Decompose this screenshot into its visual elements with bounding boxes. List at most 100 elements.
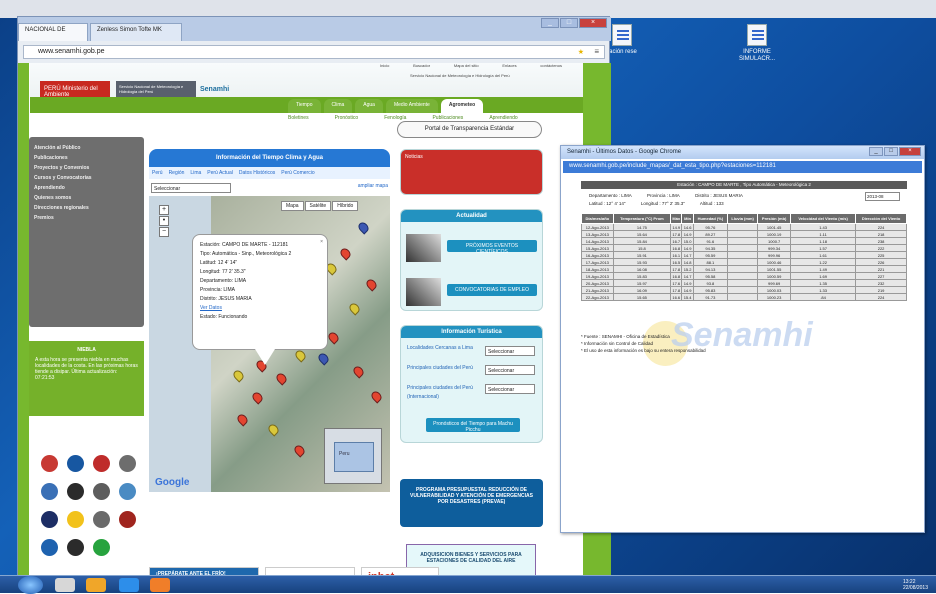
- machu-picchu-button[interactable]: Pronósticos del Tiempo para Machu Picchu: [426, 418, 520, 433]
- meta-provincia: Provincia : LIMA: [647, 193, 680, 198]
- turistica-select[interactable]: Seleccionar: [485, 365, 535, 375]
- news-banner[interactable]: Noticias: [400, 149, 543, 195]
- media-icon[interactable]: [86, 578, 106, 592]
- column-header: Temperatura (°C) Prom: [612, 213, 672, 224]
- top-link-mapa[interactable]: Mapa del sitio: [454, 63, 479, 71]
- logo-icon[interactable]: [67, 483, 84, 500]
- turistica-select[interactable]: Seleccionar: [485, 346, 535, 356]
- maximize-button[interactable]: □: [560, 18, 578, 28]
- zoom-control[interactable]: + • −: [157, 204, 171, 314]
- maximize-button[interactable]: □: [884, 147, 898, 156]
- sidebar-item[interactable]: Premios: [34, 215, 139, 221]
- close-button[interactable]: ×: [579, 18, 607, 28]
- map-type-button[interactable]: Satélite: [304, 201, 332, 211]
- niebla-text: A esta hora se presenta niebla en muchas…: [35, 357, 138, 381]
- logo-icon[interactable]: [93, 483, 110, 500]
- turistica-link[interactable]: Principales ciudades del Perú (Internaci…: [407, 384, 479, 404]
- chrome-icon[interactable]: [119, 578, 139, 592]
- column-header: Mín: [681, 213, 694, 224]
- sidebar-item[interactable]: Aprendiendo: [34, 185, 139, 191]
- map-type-button[interactable]: Híbrido: [332, 201, 359, 211]
- table-cell: 16.1: [670, 251, 683, 259]
- explorer-icon[interactable]: [55, 578, 75, 592]
- top-link-inicio[interactable]: Inicio: [380, 63, 389, 71]
- zoom-in-icon[interactable]: +: [159, 205, 169, 215]
- subnav-fenologia[interactable]: Fenología: [384, 115, 406, 121]
- menu-icon[interactable]: ≡: [594, 46, 599, 58]
- logo-icon[interactable]: [67, 539, 84, 556]
- expand-map-link[interactable]: ampliar mapa: [358, 183, 388, 189]
- start-button[interactable]: [18, 576, 43, 594]
- popup-distrito: Distrito: JESUS MARIA: [200, 296, 252, 302]
- weather-nav-link[interactable]: Lima: [190, 170, 201, 176]
- weather-nav-link[interactable]: Región: [169, 170, 185, 176]
- address-bar[interactable]: www.senamhi.gob.pe ★ ≡: [23, 45, 605, 59]
- logo-icon[interactable]: [41, 455, 58, 472]
- sidebar-item[interactable]: Direcciones regionales: [34, 205, 139, 211]
- minimize-button[interactable]: _: [541, 18, 559, 28]
- browser-tab[interactable]: Zenless Simon Tofte MK: [90, 23, 182, 41]
- programa-banner[interactable]: PROGRAMA PRESUPUESTAL REDUCCIÓN DE VULNE…: [400, 479, 543, 527]
- turistica-link[interactable]: Localidades Cercanas a Lima: [407, 344, 479, 364]
- month-select[interactable]: 2013-08: [865, 192, 900, 201]
- subnav-pronostico[interactable]: Pronóstico: [335, 115, 359, 121]
- desktop-file-icon[interactable]: INFORME SIMULACR...: [735, 24, 779, 63]
- weather-map[interactable]: Mapa Satélite Híbrido + • − × Estación: …: [149, 196, 390, 492]
- ver-datos-link[interactable]: Ver Datos: [200, 304, 320, 313]
- weather-nav-link[interactable]: Perú Comercio: [281, 170, 314, 176]
- logo-icon[interactable]: [119, 483, 136, 500]
- eventos-button[interactable]: PRÓXIMOS EVENTOS CIENTÍFICOS: [447, 240, 537, 255]
- turistica-select[interactable]: Seleccionar: [485, 384, 535, 394]
- map-type-button[interactable]: Mapa: [281, 201, 304, 211]
- top-link-enlaces[interactable]: Enlaces: [502, 63, 516, 71]
- tab-agrometeo[interactable]: Agrometeo: [440, 99, 484, 113]
- logo-icon[interactable]: [93, 455, 110, 472]
- portal-button[interactable]: Portal de Transparencia Estándar: [397, 121, 542, 138]
- logo-icon[interactable]: [119, 511, 136, 528]
- logo-icon[interactable]: [41, 511, 58, 528]
- weather-nav-link[interactable]: Perú Actual: [207, 170, 233, 176]
- logo-icon[interactable]: [119, 455, 136, 472]
- browser-tab-active[interactable]: NACIONAL DE: [18, 23, 88, 41]
- table-cell: 15.65: [612, 293, 672, 301]
- weather-nav-link[interactable]: Perú: [152, 170, 163, 176]
- empleo-button[interactable]: CONVOCATORIAS DE EMPLEO: [447, 284, 537, 296]
- star-icon[interactable]: ★: [578, 47, 584, 59]
- table-cell: 222: [855, 244, 907, 252]
- overview-map[interactable]: Peru: [324, 428, 382, 484]
- logo-icon[interactable]: [67, 455, 84, 472]
- sidebar-item[interactable]: Atención al Público: [34, 145, 139, 151]
- weather-nav-link[interactable]: Datos Históricos: [239, 170, 275, 176]
- sidebar-item[interactable]: Cursos y Convocatorias: [34, 175, 139, 181]
- table-cell: 14.8: [681, 258, 694, 266]
- tab-clima[interactable]: Clima: [323, 99, 353, 113]
- minimize-button[interactable]: _: [869, 147, 883, 156]
- turistica-link[interactable]: Principales ciudades del Perú: [407, 364, 479, 384]
- table-cell: 13-Ago-2013: [581, 230, 614, 238]
- close-button[interactable]: ×: [899, 147, 921, 156]
- logo-icon[interactable]: [67, 511, 84, 528]
- chrome-window: NACIONAL DE Zenless Simon Tofte MK _ □ ×…: [17, 16, 611, 576]
- top-link-contactenos[interactable]: contáctenos: [540, 63, 562, 71]
- top-link-buscador[interactable]: Buscador: [413, 63, 430, 71]
- google-logo: Google: [155, 477, 190, 488]
- tab-medio-ambiente[interactable]: Medio Ambiente: [385, 99, 438, 113]
- logo-icon[interactable]: [41, 483, 58, 500]
- sidebar-item[interactable]: Proyectos y Convenios: [34, 165, 139, 171]
- tab-tiempo[interactable]: Tiempo: [288, 99, 321, 113]
- popup-provincia: Provincia: LIMA: [200, 287, 236, 293]
- popup-url[interactable]: www.senamhi.gob.pe/include_mapas/_dat_es…: [563, 161, 922, 173]
- firefox-icon[interactable]: [150, 578, 170, 592]
- table-cell: 1000.03: [757, 286, 792, 294]
- logo-icon[interactable]: [93, 511, 110, 528]
- pan-icon[interactable]: •: [159, 216, 169, 226]
- logo-icon[interactable]: [41, 539, 58, 556]
- subnav-boletines[interactable]: Boletines: [288, 115, 309, 121]
- close-icon[interactable]: ×: [320, 238, 323, 247]
- logo-icon[interactable]: [93, 539, 110, 556]
- tab-agua[interactable]: Agua: [355, 99, 383, 113]
- sidebar-item[interactable]: Quienes somos: [34, 195, 139, 201]
- sidebar-item[interactable]: Publicaciones: [34, 155, 139, 161]
- region-select[interactable]: Seleccionar: [151, 183, 231, 193]
- zoom-out-icon[interactable]: −: [159, 227, 169, 237]
